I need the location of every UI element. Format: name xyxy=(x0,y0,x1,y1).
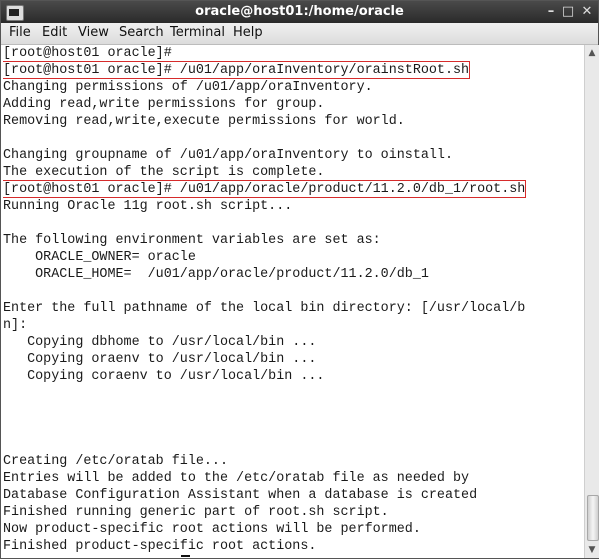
terminal-line: Now product-specific root actions will b… xyxy=(3,521,583,538)
terminal-line: Adding read,write permissions for group. xyxy=(3,96,583,113)
terminal-line-text: Now product-specific root actions will b… xyxy=(3,522,421,537)
terminal-line: Entries will be added to the /etc/oratab… xyxy=(3,470,583,487)
terminal-line: Enter the full pathname of the local bin… xyxy=(3,300,583,317)
terminal-line-text: n]: xyxy=(3,318,28,333)
title-bar[interactable]: oracle@host01:/home/oracle – □ ✕ xyxy=(1,1,598,23)
terminal-line-text: Changing permissions of /u01/app/oraInve… xyxy=(3,80,373,95)
terminal-line: [root@host01 oracle]# xyxy=(3,555,583,557)
terminal-line-text: Enter the full pathname of the local bin… xyxy=(3,301,526,316)
terminal-line-text: The execution of the script is complete. xyxy=(3,165,325,180)
minimize-button[interactable]: – xyxy=(543,4,559,20)
highlighted-command: [root@host01 oracle]# /u01/app/oraInvent… xyxy=(3,61,471,79)
terminal-line: Copying coraenv to /usr/local/bin ... xyxy=(3,368,583,385)
menu-edit[interactable]: Edit xyxy=(42,25,67,40)
terminal-line-text: Finished product-specific root actions. xyxy=(3,539,317,554)
close-button[interactable]: ✕ xyxy=(579,4,595,20)
scrollbar-thumb[interactable] xyxy=(587,495,599,541)
terminal-line-text: Running Oracle 11g root.sh script... xyxy=(3,199,293,214)
terminal-line: Changing permissions of /u01/app/oraInve… xyxy=(3,79,583,96)
scroll-down-arrow-icon[interactable]: ▼ xyxy=(586,544,598,556)
terminal-line-text: Changing groupname of /u01/app/oraInvent… xyxy=(3,148,453,163)
terminal-line: n]: xyxy=(3,317,583,334)
terminal-window: oracle@host01:/home/oracle – □ ✕ File Ed… xyxy=(0,0,599,559)
highlighted-command: [root@host01 oracle]# /u01/app/oracle/pr… xyxy=(3,180,527,198)
menu-bar: File Edit View Search Terminal Help xyxy=(1,23,598,45)
terminal-line: Copying oraenv to /usr/local/bin ... xyxy=(3,351,583,368)
terminal-line: Finished product-specific root actions. xyxy=(3,538,583,555)
terminal-line: Copying dbhome to /usr/local/bin ... xyxy=(3,334,583,351)
terminal-line: [root@host01 oracle]# /u01/app/oraInvent… xyxy=(3,61,583,79)
terminal-line: [root@host01 oracle]# xyxy=(3,45,583,62)
terminal-line: Creating /etc/oratab file... xyxy=(3,453,583,470)
terminal-line-text: Copying oraenv to /usr/local/bin ... xyxy=(3,352,317,367)
terminal-line-text: [root@host01 oracle]# xyxy=(3,46,172,61)
terminal-line-text: Entries will be added to the /etc/oratab… xyxy=(3,471,470,486)
terminal-line-text: Copying coraenv to /usr/local/bin ... xyxy=(3,369,325,384)
terminal-line: The following environment variables are … xyxy=(3,232,583,249)
terminal-line: [root@host01 oracle]# /u01/app/oracle/pr… xyxy=(3,180,583,198)
terminal-line-text: ORACLE_HOME= /u01/app/oracle/product/11.… xyxy=(3,267,429,282)
terminal-output[interactable]: [root@host01 oracle]# [root@host01 oracle… xyxy=(3,45,583,557)
terminal-line: The execution of the script is complete. xyxy=(3,164,583,181)
vertical-scrollbar[interactable]: ▲ ▼ xyxy=(584,45,599,558)
terminal-line-text: The following environment variables are … xyxy=(3,233,381,248)
terminal-line-text: Copying dbhome to /usr/local/bin ... xyxy=(3,335,317,350)
terminal-line: Removing read,write,execute permissions … xyxy=(3,113,583,130)
terminal-line-text: Removing read,write,execute permissions … xyxy=(3,114,405,129)
maximize-button[interactable]: □ xyxy=(560,4,576,20)
terminal-line: Running Oracle 11g root.sh script... xyxy=(3,198,583,215)
menu-help[interactable]: Help xyxy=(233,25,263,40)
terminal-line: ORACLE_HOME= /u01/app/oracle/product/11.… xyxy=(3,266,583,283)
text-cursor xyxy=(180,555,190,557)
terminal-line: Finished running generic part of root.sh… xyxy=(3,504,583,521)
menu-view[interactable]: View xyxy=(78,25,109,40)
terminal-line-text: Adding read,write permissions for group. xyxy=(3,97,325,112)
menu-terminal[interactable]: Terminal xyxy=(170,25,225,40)
terminal-line-text: Database Configuration Assistant when a … xyxy=(3,488,478,503)
terminal-line: ORACLE_OWNER= oracle xyxy=(3,249,583,266)
menu-search[interactable]: Search xyxy=(119,25,164,40)
scroll-up-arrow-icon[interactable]: ▲ xyxy=(586,47,598,59)
terminal-line: Changing groupname of /u01/app/oraInvent… xyxy=(3,147,583,164)
terminal-line-text: Finished running generic part of root.sh… xyxy=(3,505,389,520)
terminal-line-text: Creating /etc/oratab file... xyxy=(3,454,228,469)
terminal-line-text: ORACLE_OWNER= oracle xyxy=(3,250,196,265)
menu-file[interactable]: File xyxy=(9,25,31,40)
terminal-line: Database Configuration Assistant when a … xyxy=(3,487,583,504)
window-title: oracle@host01:/home/oracle xyxy=(195,4,404,19)
